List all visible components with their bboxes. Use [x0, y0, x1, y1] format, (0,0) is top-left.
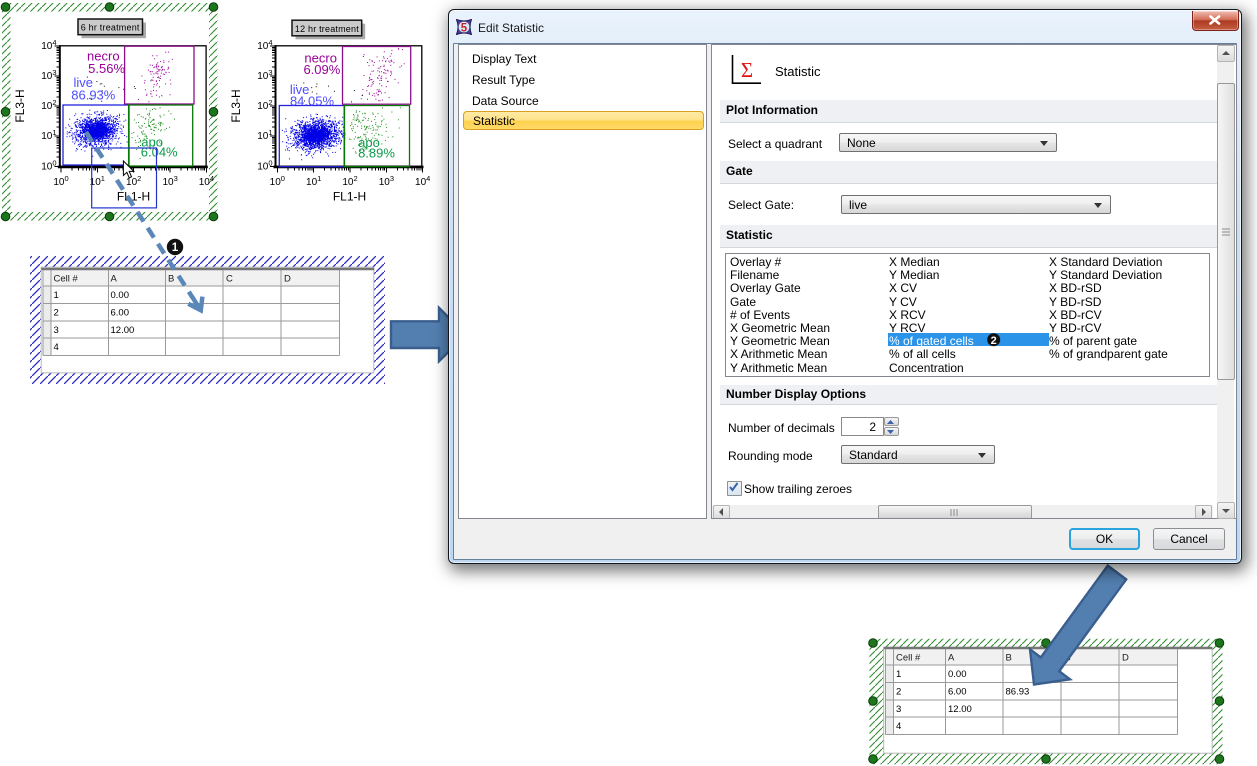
svg-text:6.04%: 6.04%: [141, 145, 178, 160]
svg-text:D: D: [1122, 653, 1129, 664]
svg-text:6 hr treatment: 6 hr treatment: [81, 23, 140, 33]
svg-text:100: 100: [53, 174, 68, 188]
svg-text:Σ: Σ: [741, 58, 753, 82]
svg-text:101: 101: [306, 174, 321, 188]
svg-text:103: 103: [257, 68, 272, 82]
svg-text:1: 1: [54, 290, 59, 301]
svg-text:104: 104: [41, 38, 56, 52]
svg-text:A: A: [111, 274, 118, 285]
svg-text:12 hr treatment: 12 hr treatment: [295, 24, 359, 34]
svg-text:6.00: 6.00: [948, 687, 967, 698]
svg-text:104: 104: [415, 174, 430, 188]
svg-text:103: 103: [379, 174, 394, 188]
svg-text:4: 4: [896, 721, 901, 732]
svg-text:5.56%: 5.56%: [88, 61, 125, 76]
svg-text:Cell #: Cell #: [54, 274, 79, 285]
svg-text:86.93%: 86.93%: [71, 87, 116, 102]
svg-text:100: 100: [257, 158, 272, 172]
svg-text:2: 2: [991, 335, 997, 347]
svg-text:12.00: 12.00: [948, 704, 972, 715]
svg-text:102: 102: [342, 174, 357, 188]
svg-text:5: 5: [461, 22, 468, 34]
svg-text:101: 101: [257, 128, 272, 142]
svg-text:Cell #: Cell #: [896, 653, 921, 664]
svg-text:103: 103: [162, 174, 177, 188]
svg-text:B: B: [168, 274, 174, 285]
svg-text:0.00: 0.00: [111, 290, 130, 301]
svg-text:104: 104: [257, 38, 272, 52]
svg-text:FL1-H: FL1-H: [117, 190, 150, 204]
svg-text:100: 100: [41, 158, 56, 172]
svg-text:2: 2: [54, 308, 59, 319]
svg-text:2: 2: [896, 687, 901, 698]
svg-text:FL1-H: FL1-H: [333, 190, 366, 204]
svg-text:D: D: [284, 274, 291, 285]
svg-text:FL3-H: FL3-H: [229, 89, 243, 122]
svg-text:102: 102: [257, 98, 272, 112]
svg-text:FL3-H: FL3-H: [13, 89, 27, 122]
svg-text:1: 1: [896, 669, 901, 680]
svg-text:3: 3: [896, 704, 901, 715]
svg-text:C: C: [226, 274, 233, 285]
svg-text:86.93: 86.93: [1006, 687, 1030, 698]
svg-text:12.00: 12.00: [111, 325, 135, 336]
svg-text:3: 3: [54, 325, 59, 336]
svg-text:B: B: [1006, 653, 1012, 664]
svg-text:A: A: [948, 653, 955, 664]
svg-text:101: 101: [41, 128, 56, 142]
svg-text:1: 1: [172, 242, 179, 254]
svg-text:84.05%: 84.05%: [290, 94, 335, 109]
svg-text:6.00: 6.00: [111, 308, 130, 319]
svg-text:6.09%: 6.09%: [303, 62, 340, 77]
svg-text:8.89%: 8.89%: [358, 146, 395, 161]
svg-text:4: 4: [54, 342, 59, 353]
svg-text:102: 102: [41, 98, 56, 112]
svg-text:103: 103: [41, 68, 56, 82]
svg-text:100: 100: [270, 174, 285, 188]
svg-text:0.00: 0.00: [948, 669, 967, 680]
